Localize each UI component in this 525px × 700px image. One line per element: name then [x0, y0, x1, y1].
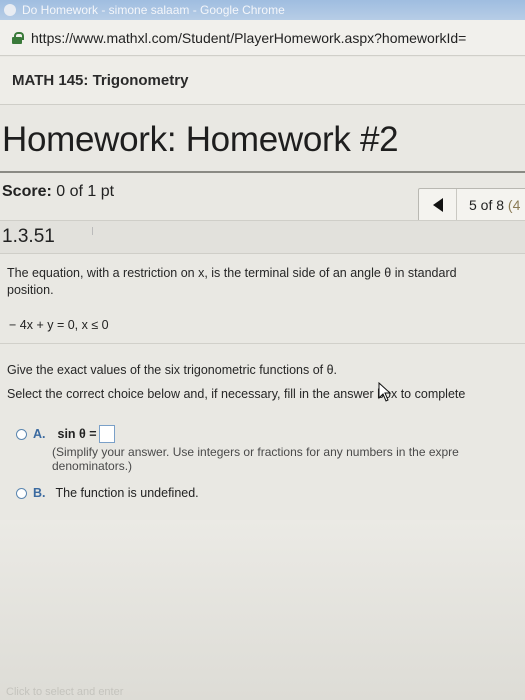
instruction-select-choice: Select the correct choice below and, if …: [7, 387, 466, 401]
title-divider: [0, 171, 525, 173]
course-header: MATH 145: Trigonometry: [0, 57, 525, 105]
question-position: 5 of 8 (4: [457, 197, 520, 213]
choice-a-note-line2: denominators.): [52, 459, 133, 473]
choice-a-radio[interactable]: [16, 428, 27, 440]
footer-hint: Click to select and enter: [6, 686, 124, 698]
question-position-text: 5 of 8: [469, 197, 505, 213]
choice-a[interactable]: A. sin θ =: [16, 425, 115, 443]
chrome-icon: [4, 4, 16, 16]
choice-a-note: (Simplify your answer. Use integers or f…: [52, 445, 459, 473]
sin-answer-input[interactable]: [98, 425, 115, 443]
url-text[interactable]: https://www.mathxl.com/Student/PlayerHom…: [31, 30, 466, 46]
choice-a-letter: A.: [33, 427, 46, 441]
choice-b-radio[interactable]: [16, 487, 27, 499]
homework-title: Homework: Homework #2: [2, 120, 399, 159]
choice-b[interactable]: B. The function is undefined.: [16, 486, 199, 500]
sin-theta-label: sin θ =: [57, 427, 97, 441]
choice-b-text: The function is undefined.: [55, 486, 199, 500]
window-title-bar: Do Homework - simone salaam - Google Chr…: [0, 0, 525, 20]
question-text-line2: position.: [7, 283, 54, 297]
score-value: 0 of 1 pt: [56, 183, 115, 200]
question-position-rest: (4: [507, 197, 521, 213]
previous-question-button[interactable]: [419, 189, 457, 221]
divider-tick: [92, 227, 93, 235]
address-bar[interactable]: https://www.mathxl.com/Student/PlayerHom…: [0, 20, 525, 56]
lock-icon: [12, 31, 24, 44]
question-pager: 5 of 8 (4: [418, 188, 525, 222]
question-number-bar: [0, 220, 525, 254]
instruction-six-functions: Give the exact values of the six trigono…: [7, 363, 338, 377]
question-text-line1: The equation, with a restriction on x, i…: [7, 266, 457, 280]
choice-b-letter: B.: [33, 486, 46, 500]
mouse-cursor-icon: [378, 382, 392, 402]
triangle-left-icon: [432, 198, 443, 212]
empty-panel-area: [0, 520, 525, 700]
window-title: Do Homework - simone salaam - Google Chr…: [22, 3, 285, 17]
question-divider: [0, 343, 525, 344]
equation: − 4x + y = 0, x ≤ 0: [9, 318, 109, 332]
score: Score: 0 of 1 pt: [2, 183, 114, 201]
choice-a-note-line1: (Simplify your answer. Use integers or f…: [52, 445, 459, 459]
course-name: MATH 145: Trigonometry: [12, 72, 189, 89]
score-label: Score:: [2, 183, 52, 200]
question-number: 1.3.51: [2, 226, 55, 247]
